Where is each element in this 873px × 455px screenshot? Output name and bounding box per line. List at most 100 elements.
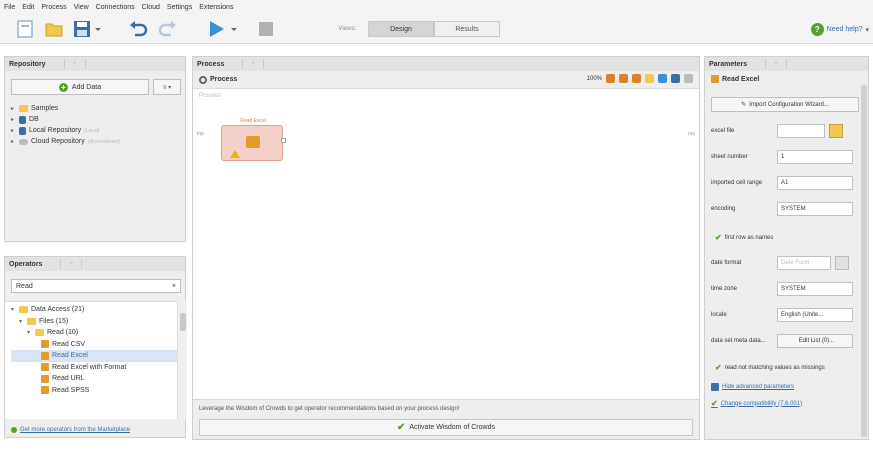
zoom-fit-icon[interactable] (632, 74, 641, 83)
activate-woc-button[interactable]: ✔ Activate Wisdom of Crowds (199, 419, 693, 436)
repository-item-label: Cloud Repository (31, 138, 85, 145)
repository-item-cloud[interactable]: ▸ Cloud Repository (disconnected) (11, 136, 181, 147)
cloud-icon (19, 138, 28, 145)
expand-arrow-icon[interactable]: ▾ (11, 306, 16, 313)
repository-menu-button[interactable]: ≡ ▾ (153, 79, 181, 95)
repository-item-label: Local Repository (29, 127, 82, 134)
open-folder-icon[interactable] (44, 19, 64, 39)
zoom-out-icon[interactable] (619, 74, 628, 83)
expand-arrow-icon[interactable]: ▸ (11, 138, 16, 145)
input-port[interactable]: inp (197, 131, 204, 137)
design-view-tab[interactable]: Design (368, 21, 434, 37)
menu-process[interactable]: Process (41, 4, 66, 11)
edit-list-button[interactable]: Edit List (0)... (777, 334, 853, 348)
redo-icon[interactable] (158, 19, 178, 39)
first-row-as-names-checkbox[interactable]: ✔ first row as names (715, 233, 773, 242)
operator-read-csv[interactable]: Read CSV (11, 339, 177, 351)
close-tab-icon[interactable]: × (63, 59, 86, 69)
woc-text: Leverage the Wisdom of Crowds to get ope… (199, 406, 460, 412)
repository-item-sublabel: (Local) (84, 127, 100, 134)
read-excel-operator[interactable]: Read Excel (221, 118, 286, 161)
operator-group-read[interactable]: ▾ Read (10) (11, 327, 177, 339)
menu-connections[interactable]: Connections (96, 4, 135, 11)
menu-file[interactable]: File (4, 4, 15, 11)
menu-bar: File Edit Process View Connections Cloud… (0, 0, 873, 14)
tree-item-label: Read URL (52, 375, 85, 383)
results-view-tab[interactable]: Results (434, 21, 500, 37)
layout-icon[interactable] (684, 74, 693, 83)
date-format-select[interactable]: Date Form (777, 256, 831, 270)
repository-item-samples[interactable]: ▸ Samples (11, 103, 181, 114)
need-help-button[interactable]: ? Need help? ▾ (810, 23, 869, 36)
operator-search-input[interactable]: Read × (11, 279, 181, 293)
hide-advanced-link[interactable]: Hide advanced parameters (711, 383, 794, 391)
repository-item-db[interactable]: ▸ DB (11, 114, 181, 125)
param-date-format: date format Date Form (711, 255, 861, 271)
undo-icon[interactable] (128, 19, 148, 39)
read-not-matching-checkbox[interactable]: ✔ read not matching values as missings (715, 363, 825, 372)
process-breadcrumb[interactable]: Process (199, 75, 237, 84)
operator-read-url[interactable]: Read URL (11, 373, 177, 385)
expand-arrow-icon[interactable]: ▾ (27, 329, 32, 336)
arrange-icon[interactable] (671, 74, 680, 83)
stop-icon[interactable] (256, 19, 276, 39)
expand-arrow-icon[interactable]: ▸ (11, 105, 16, 112)
add-data-button[interactable]: + Add Data (11, 79, 149, 95)
clear-search-icon[interactable]: × (172, 283, 176, 290)
operator-tree-scrollbar[interactable] (177, 301, 187, 419)
folder-browse-icon[interactable] (829, 124, 843, 138)
operator-output-port[interactable] (281, 138, 286, 143)
parameters-scrollbar[interactable] (861, 85, 867, 437)
operator-read-excel[interactable]: Read Excel (11, 350, 177, 362)
checkbox-checked-icon: ✔ (715, 363, 722, 372)
operator-read-spss[interactable]: Read SPSS (11, 385, 177, 397)
expand-arrow-icon[interactable]: ▸ (11, 116, 16, 123)
read-operator-icon (41, 386, 49, 395)
auto-wire-icon[interactable] (658, 74, 667, 83)
close-tab-icon[interactable]: × (60, 259, 83, 269)
main-toolbar: Views: Design Results ? Need help? ▾ (0, 14, 873, 44)
chevron-down-icon: ▾ (865, 26, 869, 34)
notes-icon[interactable] (645, 74, 654, 83)
operator-group-data-access[interactable]: ▾ Data Access (21) (11, 304, 177, 316)
close-tab-icon[interactable]: × (765, 59, 788, 69)
run-icon[interactable] (206, 19, 226, 39)
result-port[interactable]: res (688, 131, 695, 137)
repository-item-local[interactable]: ▸ Local Repository (Local) (11, 125, 181, 136)
menu-settings[interactable]: Settings (167, 4, 192, 11)
save-dropdown-icon[interactable] (94, 19, 102, 39)
tree-item-label: Files (15) (39, 317, 69, 325)
zoom-in-icon[interactable] (606, 74, 615, 83)
checkbox-checked-icon: ✔ (715, 233, 722, 242)
tree-item-label: Read CSV (52, 340, 86, 348)
expand-arrow-icon[interactable]: ▾ (19, 318, 24, 325)
sheet-number-input[interactable]: 1 (777, 150, 853, 164)
change-compatibility-link[interactable]: ✔ Change compatibility (7.6.001) (711, 399, 802, 408)
save-icon[interactable] (72, 19, 92, 39)
warning-icon[interactable] (230, 150, 240, 158)
hide-advanced-label: Hide advanced parameters (722, 384, 795, 390)
time-zone-select[interactable]: SYSTEM (777, 282, 853, 296)
menu-edit[interactable]: Edit (22, 4, 34, 11)
locale-select[interactable]: English (Unite... (777, 308, 853, 322)
close-tab-icon[interactable]: × (242, 59, 265, 69)
cell-range-input[interactable]: A1 (777, 176, 853, 190)
expand-arrow-icon[interactable]: ▸ (11, 127, 16, 134)
encoding-select[interactable]: SYSTEM (777, 202, 853, 216)
marketplace-link[interactable]: Get more operators from the Marketplace (11, 427, 130, 433)
operator-read-excel-format[interactable]: Read Excel with Format (11, 362, 177, 374)
need-help-label: Need help? (826, 26, 863, 33)
add-data-label: Add Data (71, 83, 102, 91)
excel-file-input[interactable] (777, 124, 825, 138)
menu-extensions[interactable]: Extensions (199, 4, 233, 11)
process-canvas[interactable]: Process inp res Read Excel (193, 89, 699, 399)
menu-cloud[interactable]: Cloud (142, 4, 160, 11)
folder-icon (27, 317, 36, 325)
run-dropdown-icon[interactable] (230, 19, 238, 39)
menu-view[interactable]: View (74, 4, 89, 11)
date-format-menu-icon[interactable] (835, 256, 849, 270)
tree-item-label: Read SPSS (52, 386, 90, 394)
operator-group-files[interactable]: ▾ Files (15) (11, 316, 177, 328)
new-process-icon[interactable] (16, 19, 34, 39)
import-wizard-button[interactable]: ✎ Import Configuration Wizard... (711, 97, 859, 112)
